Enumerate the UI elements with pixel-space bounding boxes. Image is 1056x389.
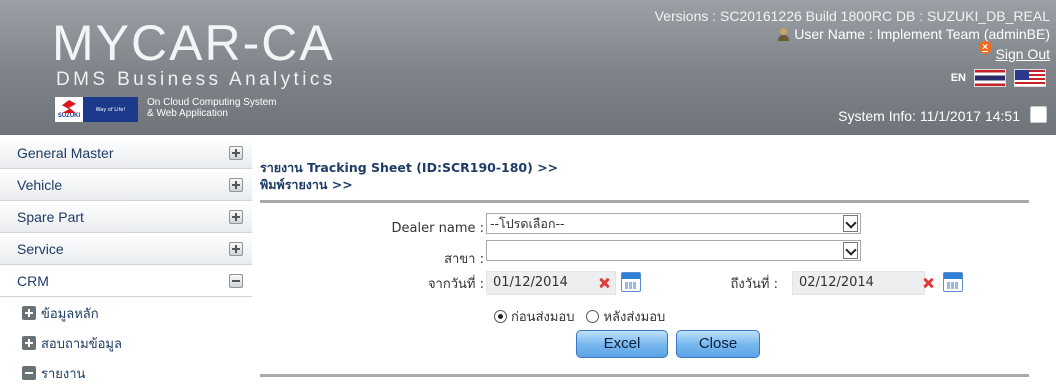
user-name: User Name : Implement Team (adminBE) xyxy=(794,26,1050,42)
radio-before-delivery[interactable] xyxy=(494,310,507,323)
minus-icon[interactable] xyxy=(229,274,243,288)
plus-icon[interactable] xyxy=(229,178,243,192)
chevron-down-icon xyxy=(843,242,858,259)
radio-after-label: หลังส่งมอบ xyxy=(603,310,666,325)
system-info-checkbox[interactable] xyxy=(1030,106,1047,123)
breadcrumb: รายงาน Tracking Sheet (ID:SCR190-180) >>… xyxy=(260,159,1056,193)
sidebar-subitem-master-data[interactable]: ข้อมูลหลัก xyxy=(0,298,252,328)
delivery-filter: ก่อนส่งมอบ หลังส่งมอบ xyxy=(494,306,665,327)
thai-flag-icon[interactable] xyxy=(974,69,1006,87)
divider xyxy=(260,200,1029,203)
sidebar: General Master Vehicle Spare Part Servic… xyxy=(0,138,252,388)
cloud-tagline: On Cloud Computing System & Web Applicat… xyxy=(147,97,277,119)
plus-icon[interactable] xyxy=(229,210,243,224)
dealer-name-label: Dealer name : xyxy=(391,221,484,236)
clear-from-date-icon[interactable] xyxy=(598,277,610,289)
radio-after-delivery[interactable] xyxy=(586,310,600,323)
divider xyxy=(260,374,1029,377)
breadcrumb-print: พิมพ์รายงาน >> xyxy=(260,177,353,192)
plus-icon xyxy=(22,306,36,320)
close-icon: × xyxy=(978,40,992,54)
suzuki-logo: SUZUKI Way of Life! xyxy=(55,97,138,122)
plus-icon xyxy=(22,336,36,350)
language-label: EN xyxy=(950,72,966,84)
breadcrumb-report: รายงาน Tracking Sheet (ID:SCR190-180) >> xyxy=(260,160,559,175)
version-info: Versions : SC20161226 Build 1800RC DB : … xyxy=(654,8,1050,24)
brand-title: MYCAR-CA xyxy=(52,15,335,71)
excel-button[interactable]: Excel xyxy=(576,330,668,358)
calendar-icon[interactable] xyxy=(943,272,963,292)
suzuki-mark-icon: SUZUKI xyxy=(55,97,83,122)
branch-label: สาขา : xyxy=(444,252,484,267)
sidebar-item-spare-part[interactable]: Spare Part xyxy=(0,202,252,233)
plus-icon[interactable] xyxy=(229,242,243,256)
sidebar-subitem-inquiry[interactable]: สอบถามข้อมูล xyxy=(0,328,252,358)
calendar-icon[interactable] xyxy=(621,272,641,292)
language-switcher: EN xyxy=(951,69,1046,87)
to-date-input[interactable]: 02/12/2014 xyxy=(792,271,925,295)
sidebar-item-vehicle[interactable]: Vehicle xyxy=(0,170,252,201)
way-of-life-badge: Way of Life! xyxy=(83,97,138,122)
to-date-label: ถึงวันที่ : xyxy=(730,277,779,292)
sidebar-item-service[interactable]: Service xyxy=(0,234,252,265)
sidebar-item-crm[interactable]: CRM xyxy=(0,266,252,297)
chevron-down-icon xyxy=(843,215,858,232)
from-date-input[interactable]: 01/12/2014 xyxy=(486,271,616,295)
plus-icon[interactable] xyxy=(229,146,243,160)
clear-to-date-icon[interactable] xyxy=(922,277,934,289)
dealer-name-select[interactable]: --โปรดเลือก-- xyxy=(486,213,861,234)
main-content: รายงาน Tracking Sheet (ID:SCR190-180) >>… xyxy=(260,138,1056,377)
us-flag-icon[interactable] xyxy=(1014,69,1046,87)
brand-subtitle: DMS Business Analytics xyxy=(56,69,336,90)
sidebar-subitem-reports[interactable]: รายงาน xyxy=(0,358,252,388)
minus-icon xyxy=(22,366,36,380)
user-info: User Name : Implement Team (adminBE) xyxy=(777,26,1050,42)
system-info: System Info: 11/1/2017 14:51 xyxy=(838,108,1020,124)
app-header: MYCAR-CA DMS Business Analytics SUZUKI W… xyxy=(0,0,1056,135)
from-date-label: จากวันที่ : xyxy=(427,277,484,292)
user-icon xyxy=(777,27,790,41)
sidebar-item-general-master[interactable]: General Master xyxy=(0,138,252,169)
sign-out-link[interactable]: × Sign Out xyxy=(978,40,1050,62)
radio-before-label: ก่อนส่งมอบ xyxy=(511,310,575,325)
branch-select[interactable] xyxy=(486,240,861,261)
close-button[interactable]: Close xyxy=(676,330,760,358)
